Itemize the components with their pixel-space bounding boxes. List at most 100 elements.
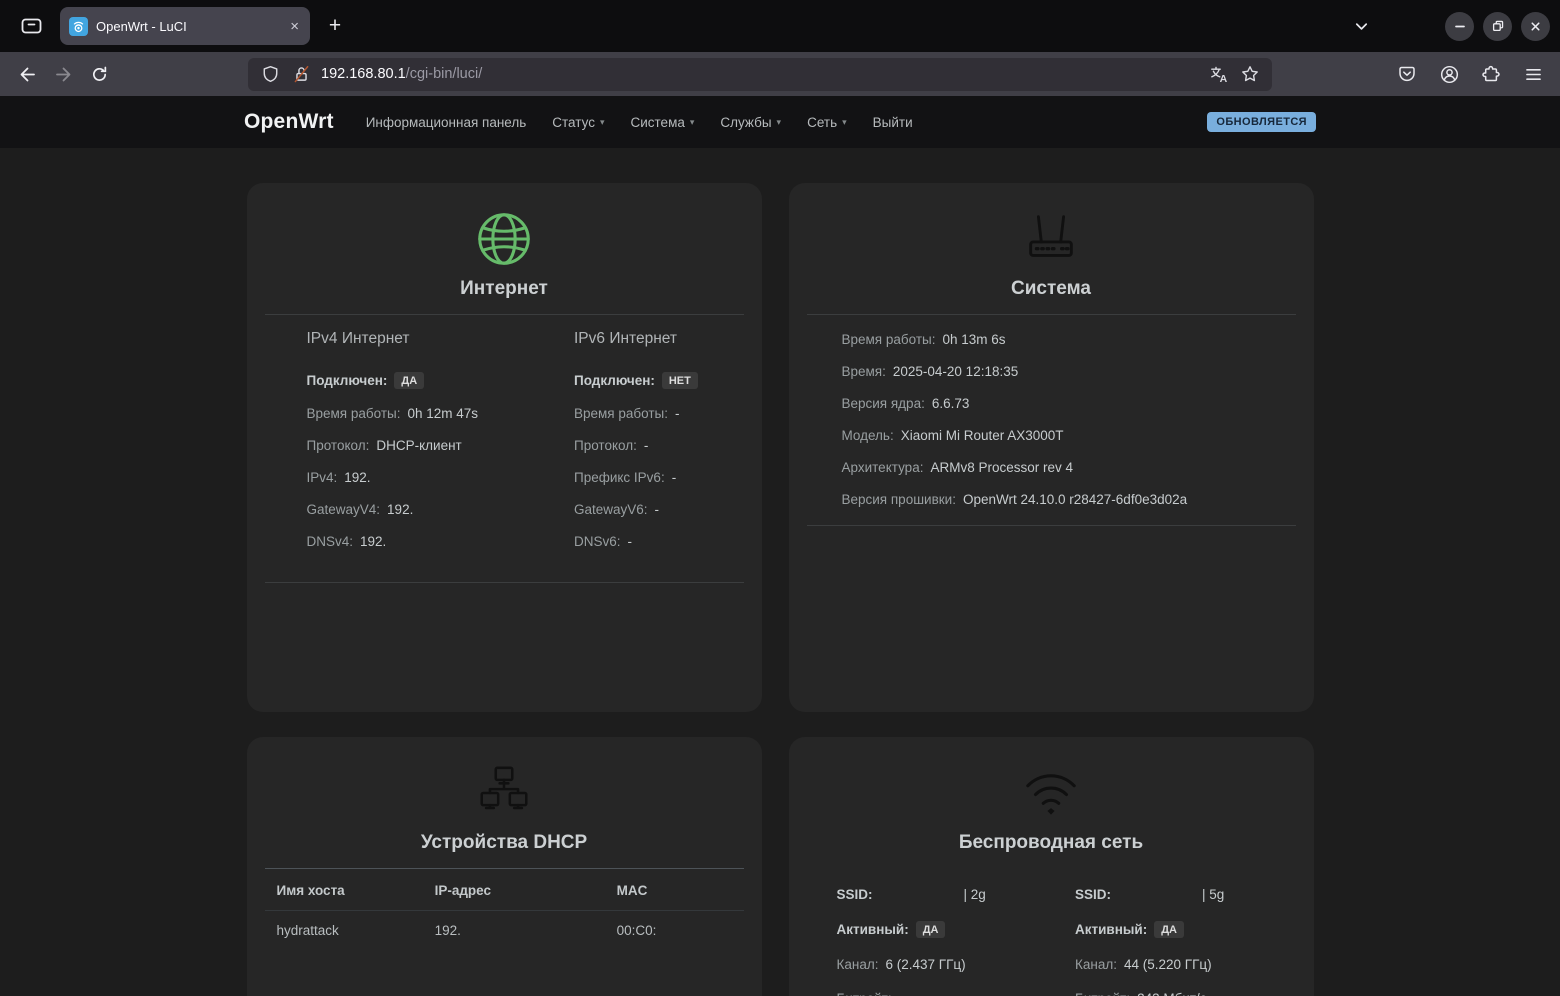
card-title-wireless: Беспроводная сеть — [807, 832, 1296, 854]
minimize-button[interactable] — [1445, 12, 1474, 41]
browser-window: OpenWrt - LuCI × + — [0, 0, 1560, 996]
info-row: Активный:ДА — [837, 921, 1052, 938]
dashboard-cards: Интернет IPv4 ИнтернетПодключен:ДАВремя … — [247, 183, 1314, 996]
dhcp-table-header-row: Имя хостаIP-адресMAC — [265, 869, 744, 911]
minimize-icon — [1453, 19, 1467, 33]
nav-item-dashboard[interactable]: Информационная панель — [366, 115, 527, 130]
back-button[interactable] — [12, 59, 42, 89]
info-row: IPv4: 192. — [307, 470, 505, 485]
nav-item-label: Сеть — [807, 115, 837, 130]
router-icon — [807, 206, 1296, 272]
info-label: GatewayV6: — [574, 502, 648, 517]
insecure-connection-lock-icon[interactable] — [290, 63, 312, 85]
hamburger-menu-icon — [1525, 67, 1542, 82]
info-row: Время работы:0h 13m 6s — [842, 332, 1296, 347]
reload-button[interactable] — [84, 59, 114, 89]
browser-toolbar: 192.168.80.1/cgi-bin/luci/ A — [0, 52, 1560, 96]
chevron-down-icon: ▾ — [600, 117, 605, 128]
wireless-column-2g: SSID:| 2gАктивный:ДАКанал:6 (2.437 ГГц)Б… — [807, 868, 1052, 996]
bookmark-star-icon[interactable] — [1239, 63, 1261, 85]
toolbar-right-icons — [1392, 59, 1548, 89]
info-value: 0h 12m 47s — [407, 406, 478, 421]
chevron-down-icon: ▾ — [842, 117, 847, 128]
info-value: 6 (2.437 ГГц) — [885, 957, 965, 972]
dhcp-column-header: Имя хоста — [265, 869, 423, 911]
restore-icon — [1491, 19, 1505, 33]
reload-icon — [91, 66, 108, 83]
network-devices-icon — [265, 760, 744, 826]
new-tab-button[interactable]: + — [318, 9, 352, 43]
nav-item-network[interactable]: Сеть ▾ — [807, 115, 847, 130]
nav-item-logout[interactable]: Выйти — [873, 115, 913, 130]
nav-item-status[interactable]: Статус▾ — [552, 115, 604, 130]
chevron-down-icon: ▾ — [690, 117, 695, 128]
column-heading: IPv4 Интернет — [307, 330, 505, 348]
info-value: - — [675, 406, 680, 421]
divider — [265, 582, 744, 583]
info-label: Канал: — [837, 957, 879, 972]
url-bar[interactable]: 192.168.80.1/cgi-bin/luci/ A — [248, 58, 1272, 91]
pocket-icon — [1398, 65, 1416, 83]
translate-page-icon[interactable]: A — [1208, 63, 1230, 85]
info-value: OpenWrt 24.10.0 r28427-6df0e3d02a — [963, 492, 1187, 507]
info-value: 0h 13m 6s — [942, 332, 1005, 347]
info-value: 2025-04-20 12:18:35 — [893, 364, 1018, 379]
menu-button[interactable] — [1518, 59, 1548, 89]
info-label: IPv4: — [307, 470, 338, 485]
info-label: Префикс IPv6: — [574, 470, 665, 485]
nav-item-label: Выйти — [873, 115, 913, 130]
nav-item-label: Система — [630, 115, 684, 130]
browser-tab-bar: OpenWrt - LuCI × + — [0, 0, 1560, 52]
dhcp-column-header: MAC — [605, 869, 744, 911]
info-value: ARMv8 Processor rev 4 — [930, 460, 1073, 475]
info-label: Время: — [842, 364, 886, 379]
url-host: 192.168.80.1 — [321, 66, 406, 82]
tab-close-icon[interactable]: × — [288, 19, 301, 34]
info-value: 192. — [387, 502, 413, 517]
forward-icon — [54, 66, 73, 83]
extensions-button[interactable] — [1476, 59, 1506, 89]
info-row: SSID:| 2g — [837, 887, 1052, 902]
info-value: Xiaomi Mi Router AX3000T — [901, 428, 1064, 443]
info-value: | 5g — [1202, 887, 1224, 902]
info-row: DNSv4:192. — [307, 534, 505, 549]
info-label: Активный: — [837, 922, 909, 937]
info-label: Версия прошивки: — [842, 492, 956, 507]
pocket-save-button[interactable] — [1392, 59, 1422, 89]
info-label: Протокол: — [307, 438, 370, 453]
card-dhcp: Устройства DHCP Имя хостаIP-адресMAC hyd… — [247, 737, 762, 996]
info-value: - — [628, 534, 633, 549]
site-header: OpenWrt Информационная панель Статус▾ Сист… — [0, 96, 1560, 148]
forward-button[interactable] — [48, 59, 78, 89]
nav-item-services[interactable]: Службы▾ — [720, 115, 781, 130]
list-all-tabs-button[interactable] — [1344, 9, 1378, 43]
column-heading: IPv6 Интернет — [574, 330, 744, 348]
openwrt-favicon-icon — [69, 17, 88, 36]
status-badge: ДА — [394, 372, 424, 389]
info-label: Подключен: — [307, 373, 388, 388]
info-value: - — [655, 502, 660, 517]
info-label: Канал: — [1075, 957, 1117, 972]
info-value: 192. — [344, 470, 370, 485]
url-text: 192.168.80.1/cgi-bin/luci/ — [321, 66, 482, 82]
globe-icon — [265, 206, 744, 272]
table-row: hydrattack192.00:C0: — [265, 911, 744, 950]
account-button[interactable] — [1434, 59, 1464, 89]
openwrt-logo[interactable]: OpenWrt — [244, 110, 334, 134]
info-label: Подключен: — [574, 373, 655, 388]
close-button[interactable] — [1521, 12, 1550, 41]
info-row: Канал: 6 (2.437 ГГц) — [837, 957, 1052, 972]
luci-page: OpenWrt Информационная панель Статус▾ Сист… — [0, 96, 1560, 996]
restore-button[interactable] — [1483, 12, 1512, 41]
info-value: 44 (5.220 ГГц) — [1124, 957, 1212, 972]
main-nav: Информационная панель Статус▾ Система ▾ Служ… — [366, 115, 913, 130]
nav-item-system[interactable]: Система ▾ — [630, 115, 694, 130]
sidebar-toggle-button[interactable] — [14, 9, 48, 43]
tracking-protection-shield-icon[interactable] — [259, 63, 281, 85]
internet-column-ipv6: IPv6 ИнтернетПодключен:НЕТВремя работы:-… — [504, 315, 744, 566]
internet-column-ipv4: IPv4 ИнтернетПодключен:ДАВремя работы:0h… — [265, 315, 505, 566]
dhcp-column-header: IP-адрес — [423, 869, 605, 911]
browser-tab[interactable]: OpenWrt - LuCI × — [60, 7, 310, 45]
table-cell: 00:C0: — [605, 911, 744, 950]
info-row: Архитектура:ARMv8 Processor rev 4 — [842, 460, 1296, 475]
